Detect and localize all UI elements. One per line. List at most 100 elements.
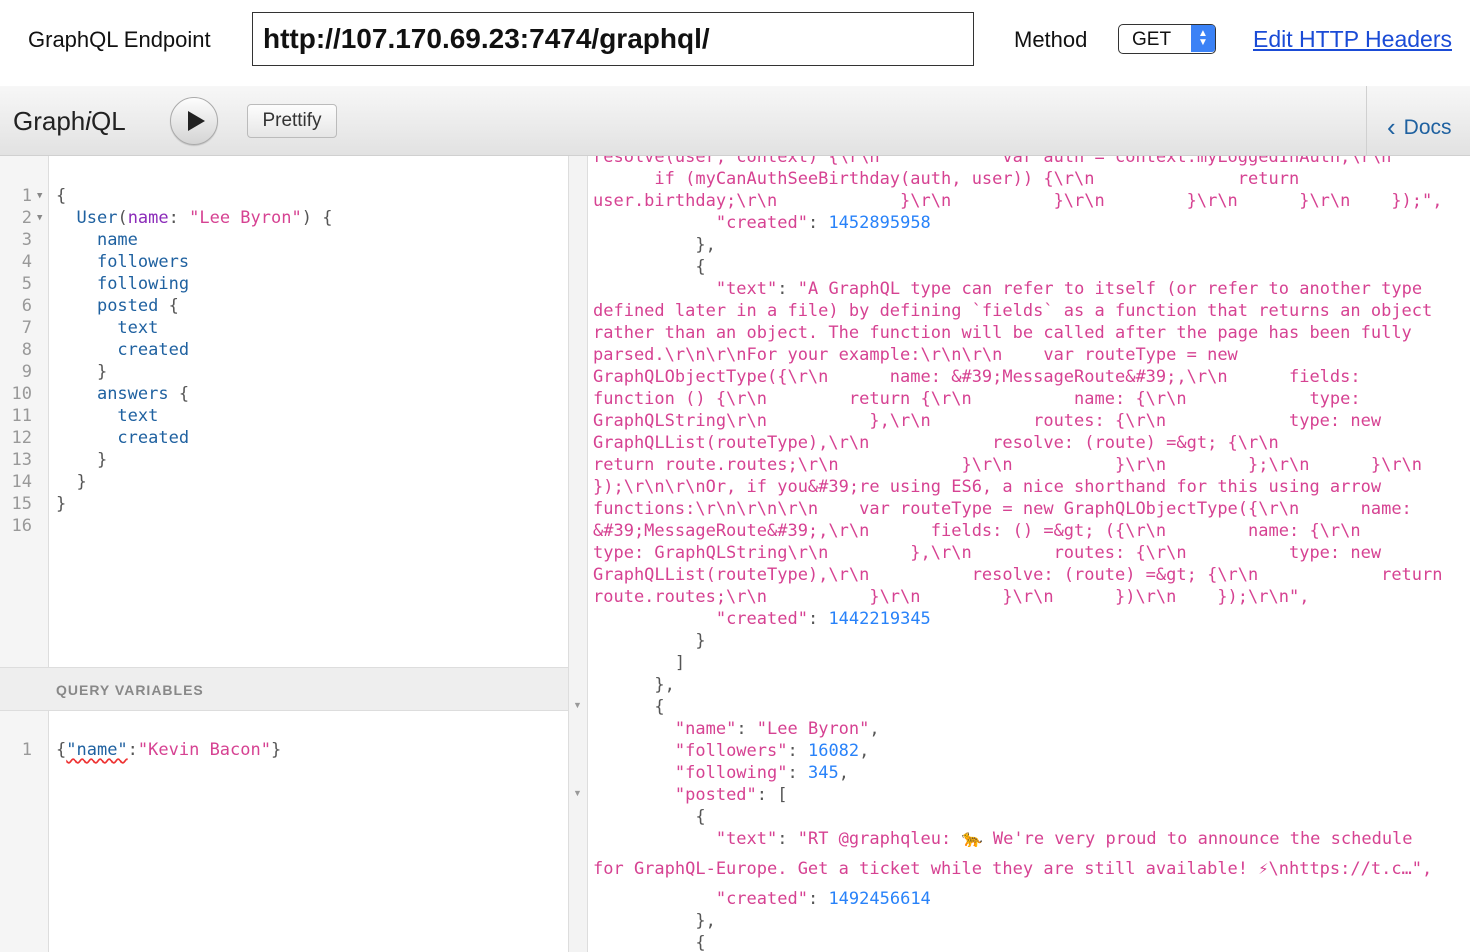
result-indent — [593, 763, 675, 783]
line-number: 1 — [21, 186, 32, 206]
result-line: { — [593, 933, 706, 952]
result-punct: : — [777, 829, 798, 849]
line-number: 16 — [11, 516, 32, 536]
query-editor[interactable]: 1 ▼ 2 ▼ 3 4 5 6 7 8 9 10 11 12 13 14 15 … — [0, 156, 568, 667]
query-field: text — [117, 406, 159, 426]
code-punct: ( — [117, 208, 128, 228]
result-punct: : — [736, 719, 757, 739]
line-number: 3 — [21, 230, 32, 250]
edit-http-headers-link[interactable]: Edit HTTP Headers — [1253, 26, 1452, 53]
result-punct: : — [756, 785, 778, 805]
code-line: created — [56, 427, 189, 449]
query-field: posted — [96, 296, 159, 316]
code-line: } — [56, 471, 87, 493]
code-line: User(name: "Lee Byron") { — [56, 207, 332, 229]
result-line: GraphQLList(routeType),\r\n resolve: (ro… — [593, 433, 1279, 453]
docs-button[interactable]: ‹ Docs — [1387, 110, 1452, 142]
result-key: "created" — [715, 609, 808, 629]
query-field: text — [117, 318, 159, 338]
result-line: &#39;MessageRoute&#39;,\r\n fields: () =… — [593, 521, 1361, 541]
query-variables-header[interactable]: QUERY VARIABLES — [0, 667, 568, 711]
line-number: 7 — [21, 318, 32, 338]
result-value: "Lee Byron" — [756, 719, 870, 739]
result-line: "name": "Lee Byron", — [593, 718, 880, 740]
fold-arrow-icon[interactable]: ▼ — [37, 213, 42, 223]
code-line: answers { — [56, 383, 189, 405]
result-viewer[interactable]: resolve(user, context) {\r\n var auth = … — [588, 156, 1470, 952]
result-key: "text" — [715, 279, 778, 299]
result-line: rather than an object. The function will… — [593, 323, 1412, 343]
method-select[interactable]: GET ▲ ▼ — [1118, 24, 1216, 54]
result-indent — [593, 213, 716, 233]
result-key: "followers" — [674, 741, 788, 761]
result-punct: : — [807, 889, 829, 909]
result-punct: , — [869, 719, 880, 739]
logo-suffix: QL — [91, 106, 126, 136]
result-line: } — [593, 631, 706, 651]
query-arg-value: "Lee Byron" — [189, 208, 302, 228]
result-punct: , — [838, 763, 849, 783]
scroll-arrow-icon[interactable]: ▼ — [573, 700, 582, 710]
result-line: parsed.\r\n\r\nFor your example:\r\n\r\n… — [593, 345, 1238, 365]
result-line: resolve(user, context) {\r\n var auth = … — [593, 156, 1392, 167]
code-line: } — [56, 494, 67, 514]
code-punct: } — [76, 472, 87, 492]
code-line: created — [56, 339, 189, 361]
query-field: created — [117, 428, 190, 448]
result-key: "posted" — [674, 785, 757, 805]
pane-divider[interactable]: ▼ ▼ — [568, 156, 588, 952]
code-line: text — [56, 405, 158, 427]
code-punct: } — [96, 362, 108, 382]
line-number: 14 — [11, 472, 32, 492]
result-line: }, — [593, 675, 675, 695]
result-value: 1492456614 — [828, 889, 931, 909]
query-arg: name — [127, 208, 169, 228]
result-line: "created": 1492456614 — [593, 888, 931, 910]
line-number: 5 — [21, 274, 32, 294]
method-value: GET — [1132, 29, 1172, 50]
result-value: 1452895958 — [828, 213, 931, 233]
code-line: } — [56, 361, 107, 383]
code-line: posted { — [56, 295, 179, 317]
scroll-arrow-icon[interactable]: ▼ — [573, 788, 582, 798]
endpoint-bar: GraphQL Endpoint Method GET ▲▼ Edit HTTP… — [0, 0, 1470, 86]
line-number: 1 — [21, 740, 32, 760]
result-value: 16082 — [807, 741, 860, 761]
code-punct: : — [168, 208, 190, 228]
code-line: name — [56, 229, 138, 251]
result-line: "created": 1452895958 — [593, 212, 931, 234]
result-line: defined later in a file) by defining `fi… — [593, 301, 1433, 321]
code-punct: ) { — [301, 208, 333, 228]
line-number: 11 — [11, 406, 32, 426]
result-punct: , — [859, 741, 870, 761]
result-line: if (myCanAuthSeeBirthday(auth, user)) {\… — [593, 169, 1300, 189]
line-number: 2 — [21, 208, 32, 228]
result-line: type: GraphQLString\r\n },\r\n routes: {… — [593, 543, 1382, 563]
endpoint-url-input[interactable] — [252, 12, 974, 66]
result-value: "RT @graphqleu: 🐆 We're very proud to an… — [797, 829, 1413, 849]
result-line: GraphQLList(routeType),\r\n resolve: (ro… — [593, 565, 1443, 585]
result-line: }, — [593, 911, 716, 931]
code-line: } — [56, 449, 107, 471]
execute-query-button[interactable] — [170, 97, 218, 145]
fold-arrow-icon[interactable]: ▼ — [37, 191, 42, 201]
result-line: GraphQLObjectType({\r\n name: &#39;Messa… — [593, 367, 1361, 387]
play-icon — [188, 111, 205, 131]
query-field: answers — [96, 384, 169, 404]
prettify-button[interactable]: Prettify — [247, 104, 337, 138]
docs-area: ‹ Docs — [1366, 86, 1470, 156]
result-punct: : — [807, 213, 829, 233]
variables-editor[interactable]: 1 {"name":"Kevin Bacon"} — [0, 711, 568, 952]
chevron-left-icon: ‹ — [1387, 112, 1396, 142]
result-line: function () {\r\n return {\r\n name: {\r… — [593, 389, 1361, 409]
query-variables-title: QUERY VARIABLES — [56, 682, 204, 698]
result-key: "text" — [715, 829, 778, 849]
code-punct: { — [56, 740, 67, 760]
code-punct: } — [96, 450, 108, 470]
result-key: "name" — [674, 719, 737, 739]
result-line: GraphQLString\r\n },\r\n routes: {\r\n t… — [593, 411, 1382, 431]
code-line: {"name":"Kevin Bacon"} — [56, 739, 281, 761]
result-indent — [593, 609, 716, 629]
code-line: { — [56, 186, 67, 206]
result-line: }, — [593, 235, 716, 255]
